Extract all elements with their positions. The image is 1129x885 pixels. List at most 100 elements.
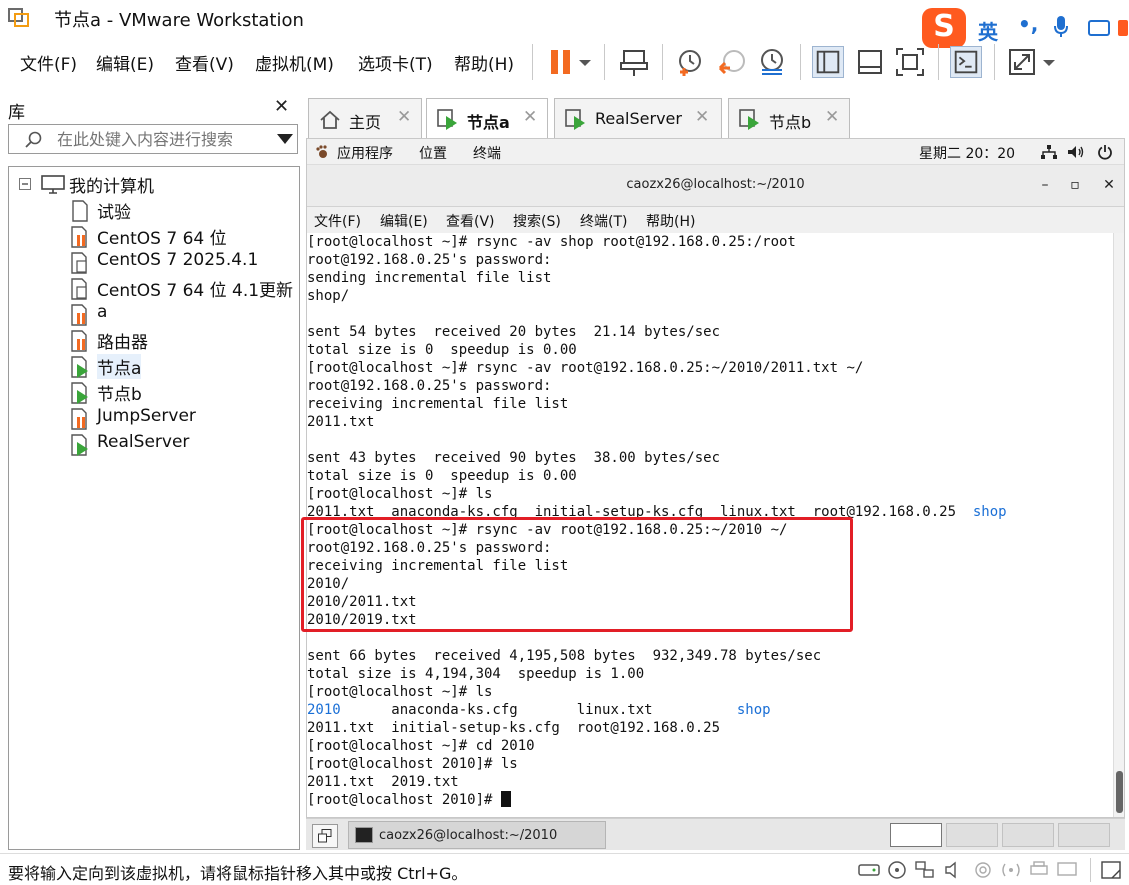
show-library-icon[interactable]	[812, 46, 844, 78]
library-close-button[interactable]: ✕	[274, 96, 289, 117]
tab-close-icon[interactable]: ✕	[825, 107, 839, 127]
menu-view[interactable]: 查看(V)	[175, 50, 234, 75]
terminal-line: total size is 0 speedup is 0.00	[307, 341, 577, 359]
vm-list-item[interactable]: JumpServer	[9, 405, 299, 431]
console-view-icon[interactable]	[950, 46, 982, 78]
terminal-menu-edit[interactable]: 编辑(E)	[380, 211, 428, 231]
vm-console[interactable]: 应用程序 位置 终端 星期二 20：20 caozx26@localhost:~…	[306, 138, 1125, 818]
highlight-annotation	[301, 517, 853, 632]
usb-icon[interactable]	[972, 860, 994, 880]
terminal-scrollbar[interactable]	[1113, 233, 1124, 817]
gnome-applications-menu[interactable]: 应用程序	[337, 143, 393, 163]
tab-label: 节点b	[769, 113, 812, 132]
gnome-terminal-menu[interactable]: 终端	[473, 143, 501, 163]
vm-list-item[interactable]: a	[9, 301, 299, 327]
snapshot-revert-icon[interactable]	[716, 46, 748, 78]
library-search-input[interactable]	[57, 130, 267, 149]
workspace-4[interactable]	[1058, 823, 1110, 847]
terminal-line: root@192.168.0.25's password:	[307, 377, 551, 395]
terminal-titlebar[interactable]: caozx26@localhost:~/2010 – ▫ ✕	[307, 165, 1124, 207]
send-ctrl-alt-del-icon[interactable]	[618, 46, 650, 78]
sound-card-icon[interactable]	[944, 860, 966, 880]
network-adapter-icon[interactable]	[914, 860, 936, 880]
tab-home[interactable]: 主页 ✕	[308, 98, 422, 138]
workspace-1[interactable]	[890, 823, 942, 847]
vm-list-item[interactable]: 节点b	[9, 379, 299, 405]
terminal-line: 2010 anaconda-ks.cfg linux.txt shop	[307, 701, 771, 719]
vm-list-item-label: 试验	[97, 203, 131, 223]
taskbar-item-label: caozx26@localhost:~/2010	[379, 828, 558, 843]
power-icon[interactable]	[1097, 144, 1113, 160]
bluetooth-icon[interactable]	[1000, 860, 1022, 880]
message-log-icon[interactable]	[1100, 860, 1122, 880]
vm-list-item[interactable]: 路由器	[9, 327, 299, 353]
toolbar-divider	[800, 44, 801, 80]
search-dropdown-icon[interactable]	[277, 134, 293, 144]
terminal-title: caozx26@localhost:~/2010	[626, 177, 805, 192]
cd-dvd-icon[interactable]	[886, 860, 908, 880]
terminal-menu-file[interactable]: 文件(F)	[314, 211, 361, 231]
tab-realserver[interactable]: RealServer ✕	[554, 98, 722, 138]
vm-list-item[interactable]: CentOS 7 64 位 4.1更新	[9, 275, 299, 301]
vmware-icon	[8, 8, 29, 27]
microphone-icon[interactable]	[1054, 16, 1068, 38]
pause-icon[interactable]	[546, 46, 578, 78]
close-button[interactable]: ✕	[1101, 177, 1117, 193]
snapshot-manager-icon[interactable]	[756, 46, 788, 78]
scrollbar-thumb[interactable]	[1116, 771, 1123, 813]
terminal-menu-terminal[interactable]: 终端(T)	[580, 211, 627, 231]
menu-vm[interactable]: 虚拟机(M)	[255, 50, 334, 75]
terminal-line: shop/	[307, 287, 349, 305]
stretch-dropdown-icon[interactable]	[1040, 46, 1058, 78]
network-icon[interactable]	[1041, 145, 1057, 159]
workspace-3[interactable]	[1002, 823, 1054, 847]
vm-list-item[interactable]: CentOS 7 2025.4.1	[9, 249, 299, 275]
terminal-line-text: anaconda-ks.cfg linux.txt	[340, 702, 737, 718]
full-screen-icon[interactable]	[894, 46, 926, 78]
library-search-box[interactable]	[8, 124, 298, 154]
workspace-2[interactable]	[946, 823, 998, 847]
collapse-icon[interactable]	[19, 178, 31, 190]
menu-help[interactable]: 帮助(H)	[454, 50, 514, 75]
terminal-menu-view[interactable]: 查看(V)	[446, 211, 495, 231]
volume-icon[interactable]	[1067, 145, 1085, 159]
minimize-button[interactable]: –	[1037, 177, 1053, 193]
menu-file[interactable]: 文件(F)	[20, 50, 77, 75]
menu-edit[interactable]: 编辑(E)	[96, 50, 154, 75]
ime-punctuation-toggle[interactable]: •,	[1018, 12, 1038, 36]
vm-list-item[interactable]: RealServer	[9, 431, 299, 457]
display-icon[interactable]	[1056, 860, 1078, 880]
hard-disk-icon[interactable]	[858, 860, 880, 880]
tab-close-icon[interactable]: ✕	[695, 107, 709, 127]
title-bar: 节点a - VMware Workstation S 英 •,	[0, 0, 1129, 48]
printer-icon[interactable]	[1028, 860, 1050, 880]
vm-list-item[interactable]: 节点a	[9, 353, 299, 379]
menu-tabs[interactable]: 选项卡(T)	[358, 50, 433, 75]
gnome-clock[interactable]: 星期二 20：20	[919, 143, 1015, 163]
tab-node-b[interactable]: 节点b ✕	[728, 98, 850, 138]
keyboard-icon[interactable]	[1088, 20, 1110, 36]
taskbar-item-terminal[interactable]: caozx26@localhost:~/2010	[348, 821, 606, 849]
tab-close-icon[interactable]: ✕	[523, 107, 537, 127]
vm-list-item-label: CentOS 7 2025.4.1	[97, 250, 259, 270]
terminal-menu-help[interactable]: 帮助(H)	[646, 211, 695, 231]
tab-node-a[interactable]: 节点a ✕	[426, 98, 548, 140]
vm-suspended-icon	[69, 330, 91, 352]
vm-list-item[interactable]: CentOS 7 64 位	[9, 223, 299, 249]
tab-close-icon[interactable]: ✕	[397, 107, 411, 127]
vm-list-item[interactable]: 试验	[9, 197, 299, 223]
terminal-window[interactable]: caozx26@localhost:~/2010 – ▫ ✕ 文件(F) 编辑(…	[307, 165, 1124, 817]
show-desktop-button[interactable]	[312, 824, 338, 848]
vm-running-icon	[69, 382, 91, 404]
stretch-guest-icon[interactable]	[1006, 46, 1038, 78]
terminal-line-text: sent 54 bytes received 20 bytes 21.14 by…	[307, 324, 721, 340]
gnome-places-menu[interactable]: 位置	[419, 143, 447, 163]
maximize-button[interactable]: ▫	[1067, 177, 1083, 193]
ime-skin-icon[interactable]	[1118, 20, 1128, 36]
thumbnail-bar-icon[interactable]	[854, 46, 886, 78]
terminal-menu-search[interactable]: 搜索(S)	[513, 211, 561, 231]
power-dropdown-icon[interactable]	[576, 46, 594, 78]
snapshot-take-icon[interactable]	[674, 46, 706, 78]
vm-list-item-label: a	[97, 302, 108, 322]
tree-item-my-computer[interactable]: 我的计算机	[9, 171, 299, 197]
